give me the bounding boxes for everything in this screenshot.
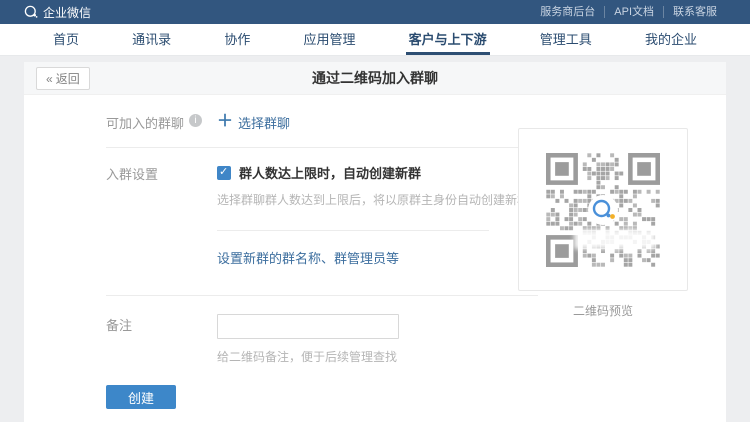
auto-create-checkbox-label[interactable]: 群人数达上限时，自动创建新群 [239,163,421,182]
sub-divider [217,230,489,231]
remark-label: 备注 [106,314,217,365]
divider [106,295,538,296]
new-group-settings-link[interactable]: 设置新群的群名称、群管理员等 [217,248,538,267]
back-button[interactable]: « 返回 [36,67,90,90]
back-chevron-icon: « [46,72,53,86]
qr-preview-box [518,128,688,291]
remark-helper-text: 给二维码备注，便于后续管理查找 [217,348,399,365]
nav-item-contacts[interactable]: 通讯录 [129,24,174,55]
back-button-label: 返回 [56,70,80,87]
select-group-link-text: 选择群聊 [238,113,290,132]
join-settings-content: 群人数达上限时，自动创建新群 选择群聊群人数达到上限后，将以原群主身份自动创建新… [217,163,529,208]
page-body: « 返回 通过二维码加入群聊 可加入的群聊 i ＋ 选择群聊 入群设置 [0,56,750,422]
nav-item-my-company[interactable]: 我的企业 [642,24,700,55]
remark-input[interactable] [217,314,399,339]
qr-preview-caption: 二维码预览 [518,302,688,319]
nav-item-admin-tools[interactable]: 管理工具 [537,24,595,55]
qr-code-image [546,153,660,267]
nav-item-collaboration[interactable]: 协作 [221,24,253,55]
create-button[interactable]: 创建 [106,385,176,409]
content-card: « 返回 通过二维码加入群聊 可加入的群聊 i ＋ 选择群聊 入群设置 [24,62,726,422]
topbar-links: 服务商后台 API文档 联系客服 [531,6,726,18]
join-settings-row: 入群设置 群人数达上限时，自动创建新群 选择群聊群人数达到上限后，将以原群主身份… [106,163,538,208]
select-group-link[interactable]: ＋ 选择群聊 [217,112,290,132]
auto-create-checkbox[interactable] [217,166,231,180]
auto-create-checkbox-line: 群人数达上限时，自动创建新群 [217,163,529,182]
info-icon[interactable]: i [189,114,202,127]
remark-content: 给二维码备注，便于后续管理查找 [217,314,399,365]
qr-preview-panel: 二维码预览 [518,128,688,319]
plus-icon: ＋ [217,115,233,129]
nav-item-customers[interactable]: 客户与上下游 [406,24,490,55]
main-nav: 首页 通讯录 协作 应用管理 客户与上下游 管理工具 我的企业 [0,24,750,56]
api-docs-link[interactable]: API文档 [604,6,663,18]
nav-item-home[interactable]: 首页 [50,24,82,55]
brand-name: 企业微信 [43,4,91,21]
brand: 企业微信 [24,4,91,21]
joinable-group-row: 可加入的群聊 i ＋ 选择群聊 [106,112,538,132]
nav-item-app-management[interactable]: 应用管理 [300,24,358,55]
contact-support-link[interactable]: 联系客服 [663,6,726,18]
auto-create-helper-text: 选择群聊群人数达到上限后，将以原群主身份自动创建新群 [217,191,529,208]
join-settings-label: 入群设置 [106,163,217,208]
joinable-group-label: 可加入的群聊 i [106,112,217,132]
provider-console-link[interactable]: 服务商后台 [531,6,604,18]
joinable-group-label-text: 可加入的群聊 [106,113,184,132]
divider [106,147,538,148]
top-bar: 企业微信 服务商后台 API文档 联系客服 [0,0,750,24]
page-title: 通过二维码加入群聊 [24,62,726,95]
remark-row: 备注 给二维码备注，便于后续管理查找 [106,314,538,365]
wework-logo-icon [24,5,38,19]
card-header: « 返回 通过二维码加入群聊 [24,62,726,95]
qr-group-form: 可加入的群聊 i ＋ 选择群聊 入群设置 群人数达上限时，自动创建新群 选择群 [106,95,538,409]
